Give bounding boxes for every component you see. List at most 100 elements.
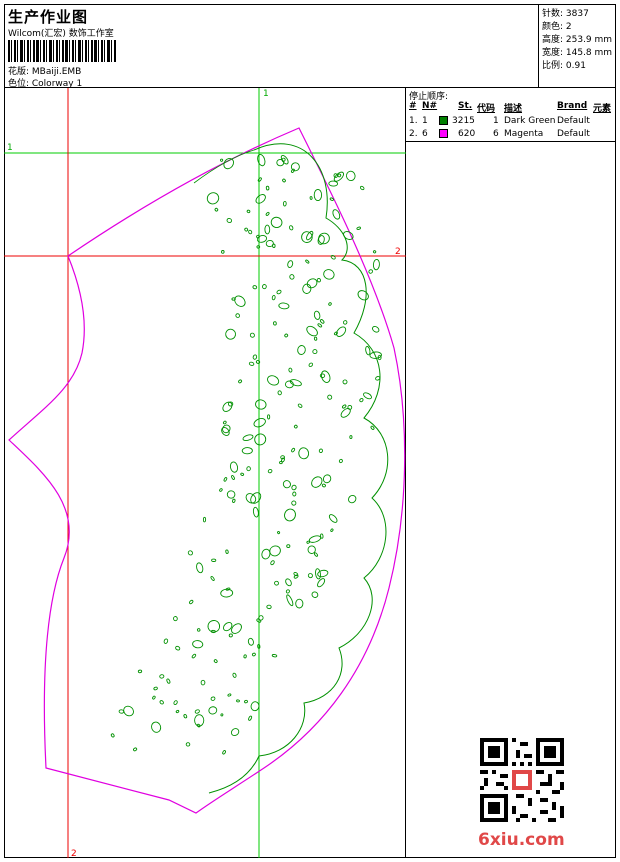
eyelet-dot	[270, 560, 275, 566]
eyelet-dot	[159, 674, 165, 679]
eyelet-dot	[152, 695, 156, 700]
guide-label-v2: 2	[71, 849, 77, 858]
eyelet-dot	[236, 699, 240, 703]
eyelet-dot	[227, 401, 234, 407]
eyelet-dot	[282, 200, 287, 207]
eyelet-dot	[284, 333, 289, 338]
eyelet-dot	[282, 178, 286, 183]
eyelet-leaf	[363, 392, 372, 400]
eyelet-leaf	[313, 310, 321, 320]
eyelet-leaf	[229, 461, 239, 473]
stitch-count: 针数: 3837	[542, 9, 589, 19]
eyelet-dot	[238, 379, 243, 384]
col-index: #	[409, 101, 417, 111]
eyelet-dot	[256, 245, 261, 249]
eyelet-dot	[163, 638, 169, 644]
eyelet-dot	[118, 709, 125, 714]
eyelet-leaf	[348, 494, 357, 504]
eyelet-dot	[274, 580, 279, 586]
eyelet-leaf	[282, 480, 291, 489]
eyelet-leaf	[253, 418, 266, 428]
guide-label-v1: 1	[263, 89, 269, 99]
eyelet-dot	[252, 285, 258, 290]
eyelet-leaf	[270, 216, 283, 228]
eyelet-leaf	[372, 258, 380, 271]
eyelet-leaf	[328, 180, 339, 187]
eyelet-leaf	[255, 399, 267, 410]
eyelet-leaf	[340, 408, 351, 418]
eyelet-leaf	[328, 514, 338, 523]
eyelet-dot	[235, 313, 241, 318]
eyelet-dot	[338, 458, 343, 464]
embroidery-design: 1 1 2 2	[4, 88, 406, 859]
eyelet-leaf	[280, 154, 289, 165]
eyelet-dot	[289, 225, 294, 231]
eyelet-leaf	[298, 447, 310, 460]
barcode	[8, 40, 116, 62]
eyelet-dot	[249, 332, 255, 338]
eyelet-dot	[281, 157, 286, 162]
eyelet-dot	[248, 361, 255, 366]
eyelet-dot	[330, 528, 334, 532]
eyelet-dot	[293, 424, 298, 429]
design-width: 宽度: 145.8 mm	[542, 48, 613, 58]
eyelet-leaf	[323, 269, 335, 280]
col-brand: Brand	[557, 101, 588, 111]
eyelet-dot	[308, 362, 314, 368]
eyelet-dot	[246, 466, 251, 472]
eyelet-leaf	[255, 194, 266, 204]
eyelet-dot	[211, 558, 217, 562]
eyelet-dot	[285, 589, 290, 594]
eyelet-dot	[210, 576, 215, 581]
eyelet-dot	[313, 336, 318, 341]
eyelet-leaf	[278, 302, 290, 310]
eyelet-dot	[200, 679, 206, 686]
eyelet-dot	[359, 397, 364, 403]
eyelet-dot	[251, 652, 256, 657]
eyelet-dot	[166, 678, 171, 684]
eyelet-leaf	[295, 598, 304, 609]
eyelet-dot	[191, 653, 197, 659]
eyelet-dot	[342, 379, 348, 385]
eyelet-leaf	[372, 325, 380, 333]
eyelet-dot	[226, 218, 233, 223]
eyelet-dot	[262, 284, 267, 290]
eyelet-dot	[319, 373, 326, 378]
eyelet-dot	[240, 472, 245, 476]
eyelet-leaf	[264, 224, 271, 235]
eyelet-dot	[232, 498, 236, 503]
eyelet-dot	[309, 196, 313, 200]
eyelet-dot	[173, 700, 178, 706]
eyelet-leaf	[226, 490, 236, 499]
eyelet-leaf	[336, 326, 347, 337]
eyelet-leaf	[234, 295, 246, 307]
eyelet-leaf	[313, 188, 323, 202]
col-code: 代码	[477, 104, 496, 114]
eyelet-leaf	[317, 569, 329, 578]
eyelet-dot	[265, 185, 270, 191]
worksheet-header: 生产作业图 Wilcom(汇宏) 数饰工作室 花版: MBaiji.EMB 色位…	[4, 4, 539, 89]
eyelet-leaf	[306, 325, 318, 337]
eyelet-leaf	[284, 508, 296, 522]
eyelet-dot	[291, 484, 297, 491]
eyelet-dot	[228, 633, 233, 638]
eyelet-dot	[267, 468, 273, 474]
eyelet-dot	[316, 277, 321, 283]
eyelet-leaf	[365, 345, 371, 356]
eyelet-dot	[137, 669, 143, 674]
eyelet-dot	[185, 742, 191, 747]
eyelet-dot	[288, 367, 293, 373]
eyelet-leaf	[208, 706, 218, 715]
eyelet-leaf	[306, 278, 318, 289]
eyelet-leaf	[225, 328, 236, 340]
eyelet-dot	[286, 544, 291, 548]
eyelet-dot	[256, 234, 260, 239]
eyelet-dot	[291, 168, 295, 173]
eyelet-leaf	[297, 345, 306, 355]
eyelet-dot	[214, 207, 219, 212]
eyelet-leaf	[311, 591, 319, 598]
eyelet-dot	[343, 320, 348, 325]
eyelet-leaf	[285, 578, 292, 587]
eyelet-dot	[267, 414, 271, 420]
eyelet-leaf	[207, 620, 221, 633]
